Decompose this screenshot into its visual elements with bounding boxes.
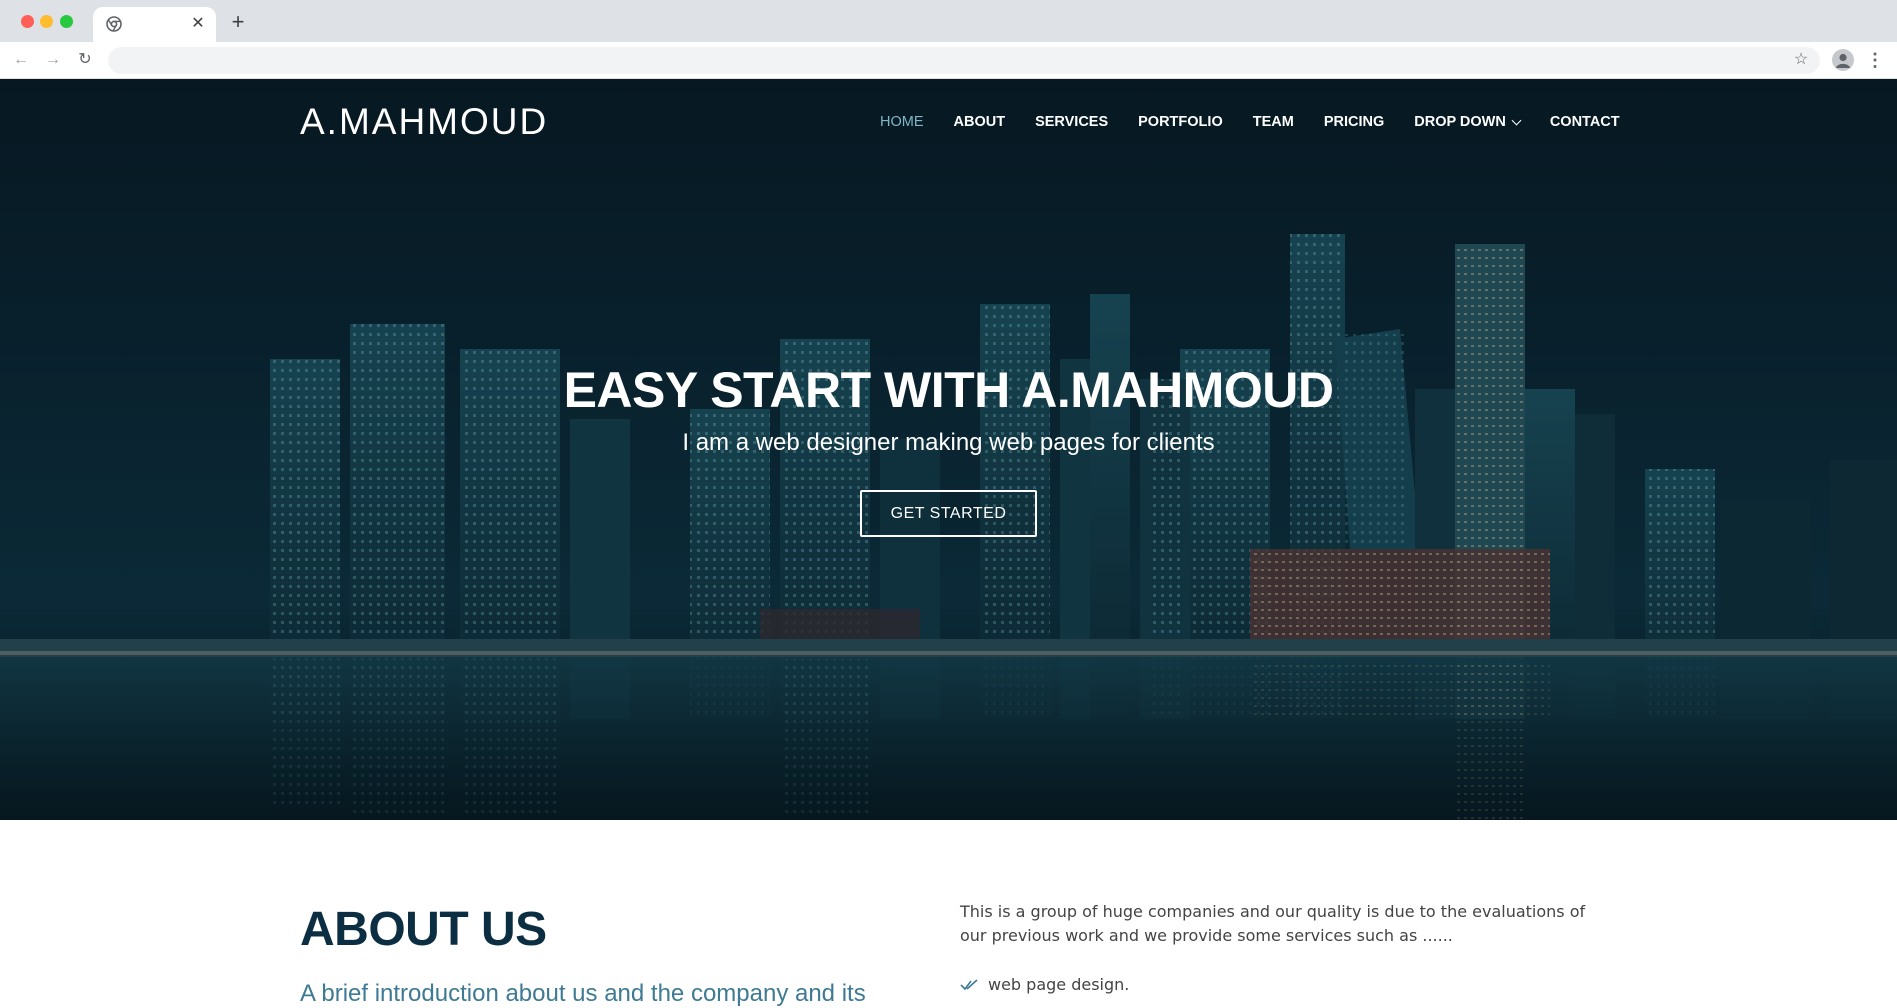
chevron-down-icon (1511, 115, 1522, 125)
back-icon[interactable]: ← (11, 50, 31, 70)
nav-item-about[interactable]: ABOUT (954, 112, 1006, 132)
list-item: web page design. (960, 975, 1129, 994)
nav-item-pricing[interactable]: PRICING (1324, 112, 1384, 132)
minimize-window-button[interactable] (40, 15, 53, 28)
browser-menu-icon[interactable]: ⋮ (1866, 49, 1884, 71)
about-title: ABOUT US (300, 903, 547, 956)
bookmark-star-icon[interactable]: ☆ (1792, 51, 1810, 69)
tab-strip: ✕ + (0, 0, 1897, 42)
address-bar[interactable]: ☆ (108, 47, 1820, 74)
about-lead: A brief introduction about us and the co… (300, 980, 866, 1007)
hero-title: EASY START WITH A.MAHMOUD (563, 362, 1334, 418)
nav-item-home[interactable]: HOME (880, 112, 924, 132)
nav-item-portfolio[interactable]: PORTFOLIO (1138, 112, 1223, 132)
browser-chrome: ✕ + ← → ↻ ☆ ⋮ (0, 0, 1897, 79)
forward-icon[interactable]: → (43, 50, 63, 70)
brand-logo[interactable]: A.MAHMOUD (300, 101, 548, 143)
hero-section: A.MAHMOUD HOME ABOUT SERVICES PORTFOLIO … (0, 79, 1897, 820)
nav-item-team[interactable]: TEAM (1253, 112, 1294, 132)
double-check-icon (960, 978, 978, 990)
about-list: web page design. (960, 975, 1129, 994)
list-item-label: web page design. (988, 975, 1130, 994)
nav-item-services[interactable]: SERVICES (1035, 112, 1108, 132)
main-nav: HOME ABOUT SERVICES PORTFOLIO TEAM PRICI… (880, 112, 1650, 132)
reload-icon[interactable]: ↻ (75, 50, 95, 70)
get-started-button[interactable]: GET STARTED (860, 490, 1037, 537)
new-tab-button[interactable]: + (228, 11, 248, 33)
maximize-window-button[interactable] (60, 15, 73, 28)
browser-tab[interactable]: ✕ (93, 7, 216, 42)
nav-item-contact[interactable]: CONTACT (1550, 112, 1620, 132)
chrome-icon (106, 16, 122, 32)
account-icon[interactable] (1832, 49, 1854, 71)
about-text: This is a group of huge companies and ou… (960, 902, 1586, 945)
hero-subtitle: I am a web designer making web pages for… (682, 429, 1215, 456)
nav-item-dropdown-label: DROP DOWN (1414, 114, 1506, 130)
close-window-button[interactable] (21, 15, 34, 28)
about-section: ABOUT US A brief introduction about us a… (0, 820, 1897, 1007)
close-tab-icon[interactable]: ✕ (189, 15, 207, 33)
nav-item-dropdown[interactable]: DROP DOWN (1414, 112, 1522, 132)
browser-toolbar: ← → ↻ ☆ ⋮ (0, 42, 1897, 79)
